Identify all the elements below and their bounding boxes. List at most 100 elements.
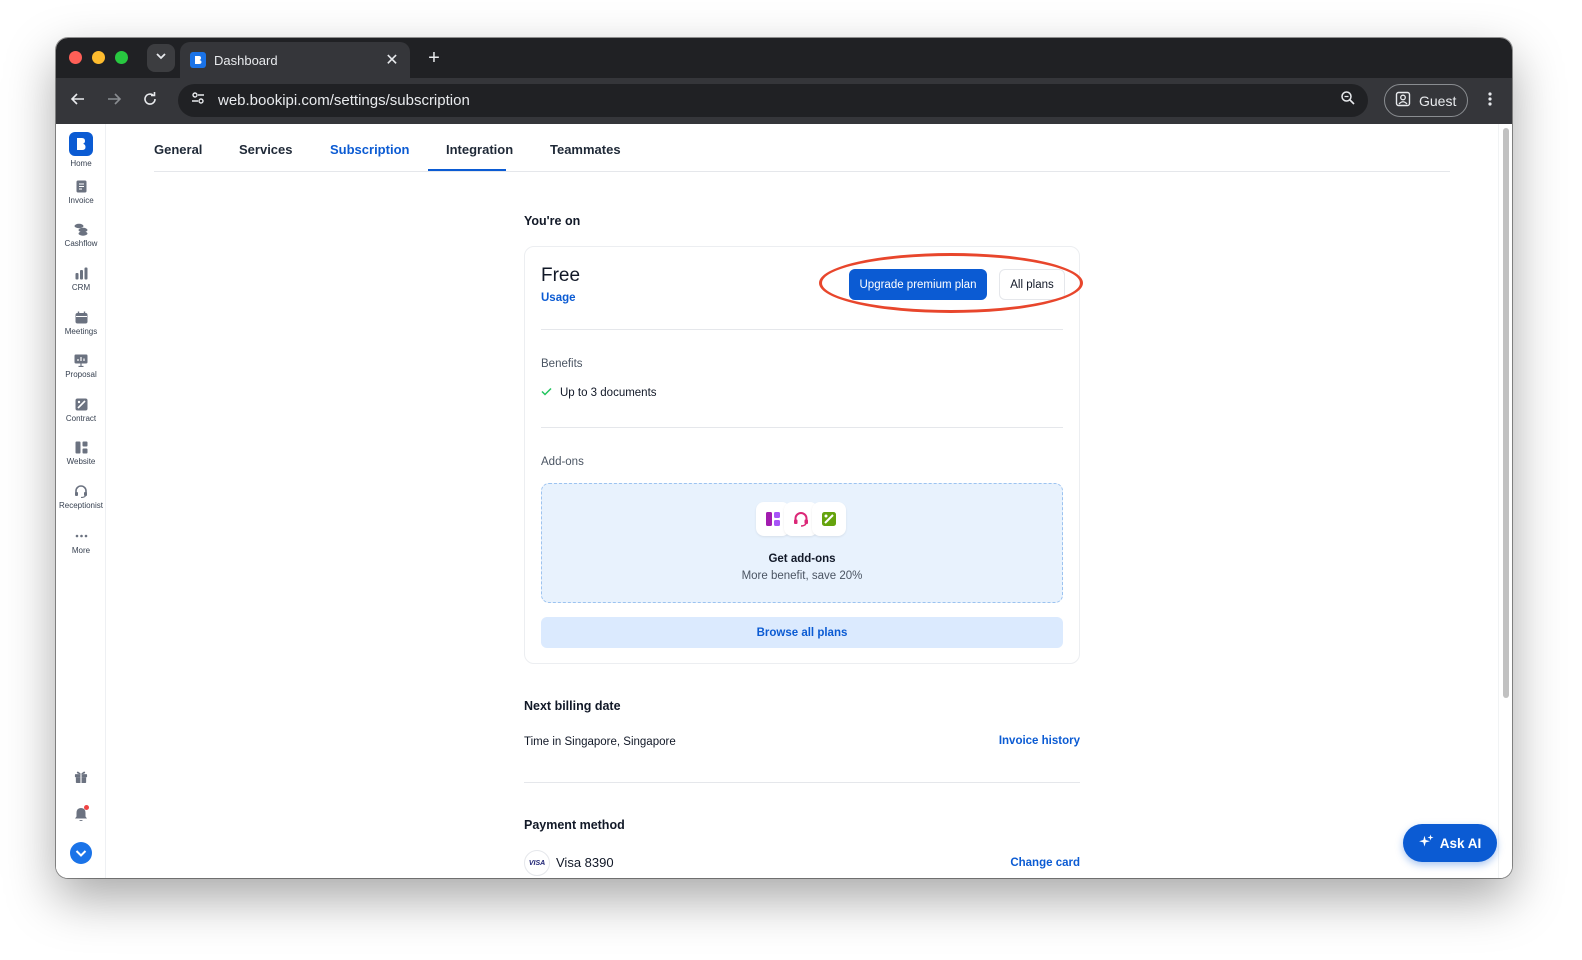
divider [541, 427, 1063, 428]
browser-window: Dashboard ✕ + web.bookipi.com/settings/s… [56, 38, 1512, 878]
usage-link[interactable]: Usage [541, 292, 576, 304]
payment-card-row: VISA Visa 8390 Change card [524, 850, 1080, 876]
chevron-down-icon [155, 49, 167, 67]
tab-teammates[interactable]: Teammates [550, 142, 621, 157]
tab-subscription[interactable]: Subscription [330, 142, 409, 157]
addon-icon-group [756, 502, 846, 536]
sidebar-item-label: Receptionist [58, 501, 104, 510]
browser-tab-bar: Dashboard ✕ + [56, 38, 1512, 78]
sidebar-item-label: Home [70, 159, 92, 168]
profile-icon [1395, 91, 1411, 110]
bookipi-favicon-icon [190, 52, 206, 68]
close-tab-icon[interactable]: ✕ [384, 50, 400, 70]
plan-card: Free Usage Upgrade premium plan All plan… [524, 246, 1083, 664]
addons-subtitle: More benefit, save 20% [741, 570, 863, 582]
minimize-window-button[interactable] [92, 51, 105, 64]
sidebar-item-website[interactable]: Website [56, 440, 106, 466]
receptionist-icon [74, 484, 88, 498]
notification-badge [84, 805, 89, 810]
sidebar-item-crm[interactable]: CRM [56, 266, 106, 292]
arrow-right-icon [106, 91, 122, 112]
more-vertical-icon [1488, 91, 1492, 112]
sidebar-item-label: Invoice [68, 196, 94, 205]
tab-search-button[interactable] [147, 44, 175, 72]
zoom-icon[interactable] [1340, 90, 1356, 111]
sidebar-item-invoice[interactable]: Invoice [56, 179, 106, 205]
sidebar-item-receptionist[interactable]: Receptionist [56, 484, 106, 510]
bell-icon [74, 805, 89, 821]
page-scrollbar[interactable] [1498, 124, 1512, 878]
app-sidebar: Home Invoice Cashflow CRM Meetings Propo… [56, 124, 106, 878]
meetings-icon [74, 310, 88, 324]
sidebar-item-label: Cashflow [64, 239, 98, 248]
sidebar-item-label: Contract [65, 414, 97, 423]
divider [524, 782, 1080, 783]
sidebar-item-label: Meetings [64, 327, 98, 336]
active-tab-indicator [428, 169, 506, 171]
address-bar[interactable]: web.bookipi.com/settings/subscription [178, 84, 1368, 117]
sidebar-item-proposal[interactable]: Proposal [56, 353, 106, 379]
gift-button[interactable] [56, 769, 106, 783]
invoice-history-link[interactable]: Invoice history [999, 735, 1080, 747]
close-window-button[interactable] [69, 51, 82, 64]
addons-title: Get add-ons [768, 553, 836, 565]
settings-tab-bar: General Services Subscription Integratio… [154, 124, 1450, 172]
change-card-link[interactable]: Change card [1010, 857, 1080, 869]
sidebar-item-label: CRM [71, 283, 91, 292]
url-text[interactable]: web.bookipi.com/settings/subscription [218, 92, 1340, 109]
invoice-icon [74, 179, 88, 193]
current-plan-heading: You're on [524, 214, 581, 228]
browser-toolbar: web.bookipi.com/settings/subscription Gu… [56, 78, 1512, 124]
tab-title: Dashboard [214, 52, 278, 68]
cashflow-icon [74, 222, 88, 236]
guest-profile-button[interactable]: Guest [1384, 84, 1468, 117]
divider [541, 329, 1063, 330]
sidebar-item-more[interactable]: More [56, 529, 106, 555]
contract-icon [74, 397, 88, 411]
new-tab-button[interactable]: + [422, 46, 446, 70]
forward-button[interactable] [102, 89, 126, 113]
tab-services[interactable]: Services [239, 142, 293, 157]
billing-timezone: Time in Singapore, Singapore [524, 736, 676, 748]
next-billing-heading: Next billing date [524, 699, 621, 713]
browser-tab[interactable]: Dashboard ✕ [180, 42, 410, 78]
sidebar-item-label: Website [66, 457, 96, 466]
page-viewport: Home Invoice Cashflow CRM Meetings Propo… [56, 124, 1512, 878]
sidebar-item-home[interactable]: Home [56, 132, 106, 168]
bookipi-logo-icon [69, 132, 93, 156]
notifications-button[interactable] [56, 805, 106, 821]
upgrade-premium-plan-button[interactable]: Upgrade premium plan [849, 269, 987, 300]
contract-addon-icon [812, 502, 846, 536]
back-button[interactable] [66, 89, 90, 113]
sidebar-item-label: Proposal [65, 370, 97, 379]
benefit-text: Up to 3 documents [560, 387, 657, 399]
sidebar-item-meetings[interactable]: Meetings [56, 310, 106, 336]
account-check-icon [70, 842, 92, 864]
profile-label: Guest [1419, 92, 1457, 109]
gift-icon [74, 769, 88, 783]
maximize-window-button[interactable] [115, 51, 128, 64]
reload-button[interactable] [138, 89, 162, 113]
tab-integration[interactable]: Integration [446, 142, 513, 157]
browse-all-plans-button[interactable]: Browse all plans [541, 617, 1063, 648]
proposal-icon [74, 353, 88, 367]
ask-ai-label: Ask AI [1439, 835, 1482, 851]
sidebar-item-label: More [71, 546, 91, 555]
more-icon [74, 529, 88, 543]
account-button[interactable] [56, 842, 106, 864]
addons-promo-box[interactable]: Get add-ons More benefit, save 20% [541, 483, 1063, 603]
ask-ai-button[interactable]: Ask AI [1403, 824, 1497, 862]
all-plans-button[interactable]: All plans [999, 269, 1065, 300]
plan-name: Free [541, 265, 581, 286]
crm-icon [74, 266, 88, 280]
site-settings-icon[interactable] [190, 90, 206, 111]
tab-general[interactable]: General [154, 142, 202, 157]
scrollbar-thumb[interactable] [1503, 128, 1509, 698]
sidebar-item-cashflow[interactable]: Cashflow [56, 222, 106, 248]
card-label: Visa 8390 [556, 855, 614, 870]
payment-method-heading: Payment method [524, 818, 625, 832]
browser-menu-button[interactable] [1478, 89, 1502, 113]
sparkle-icon [1418, 834, 1434, 852]
sidebar-item-contract[interactable]: Contract [56, 397, 106, 423]
reload-icon [142, 91, 158, 112]
